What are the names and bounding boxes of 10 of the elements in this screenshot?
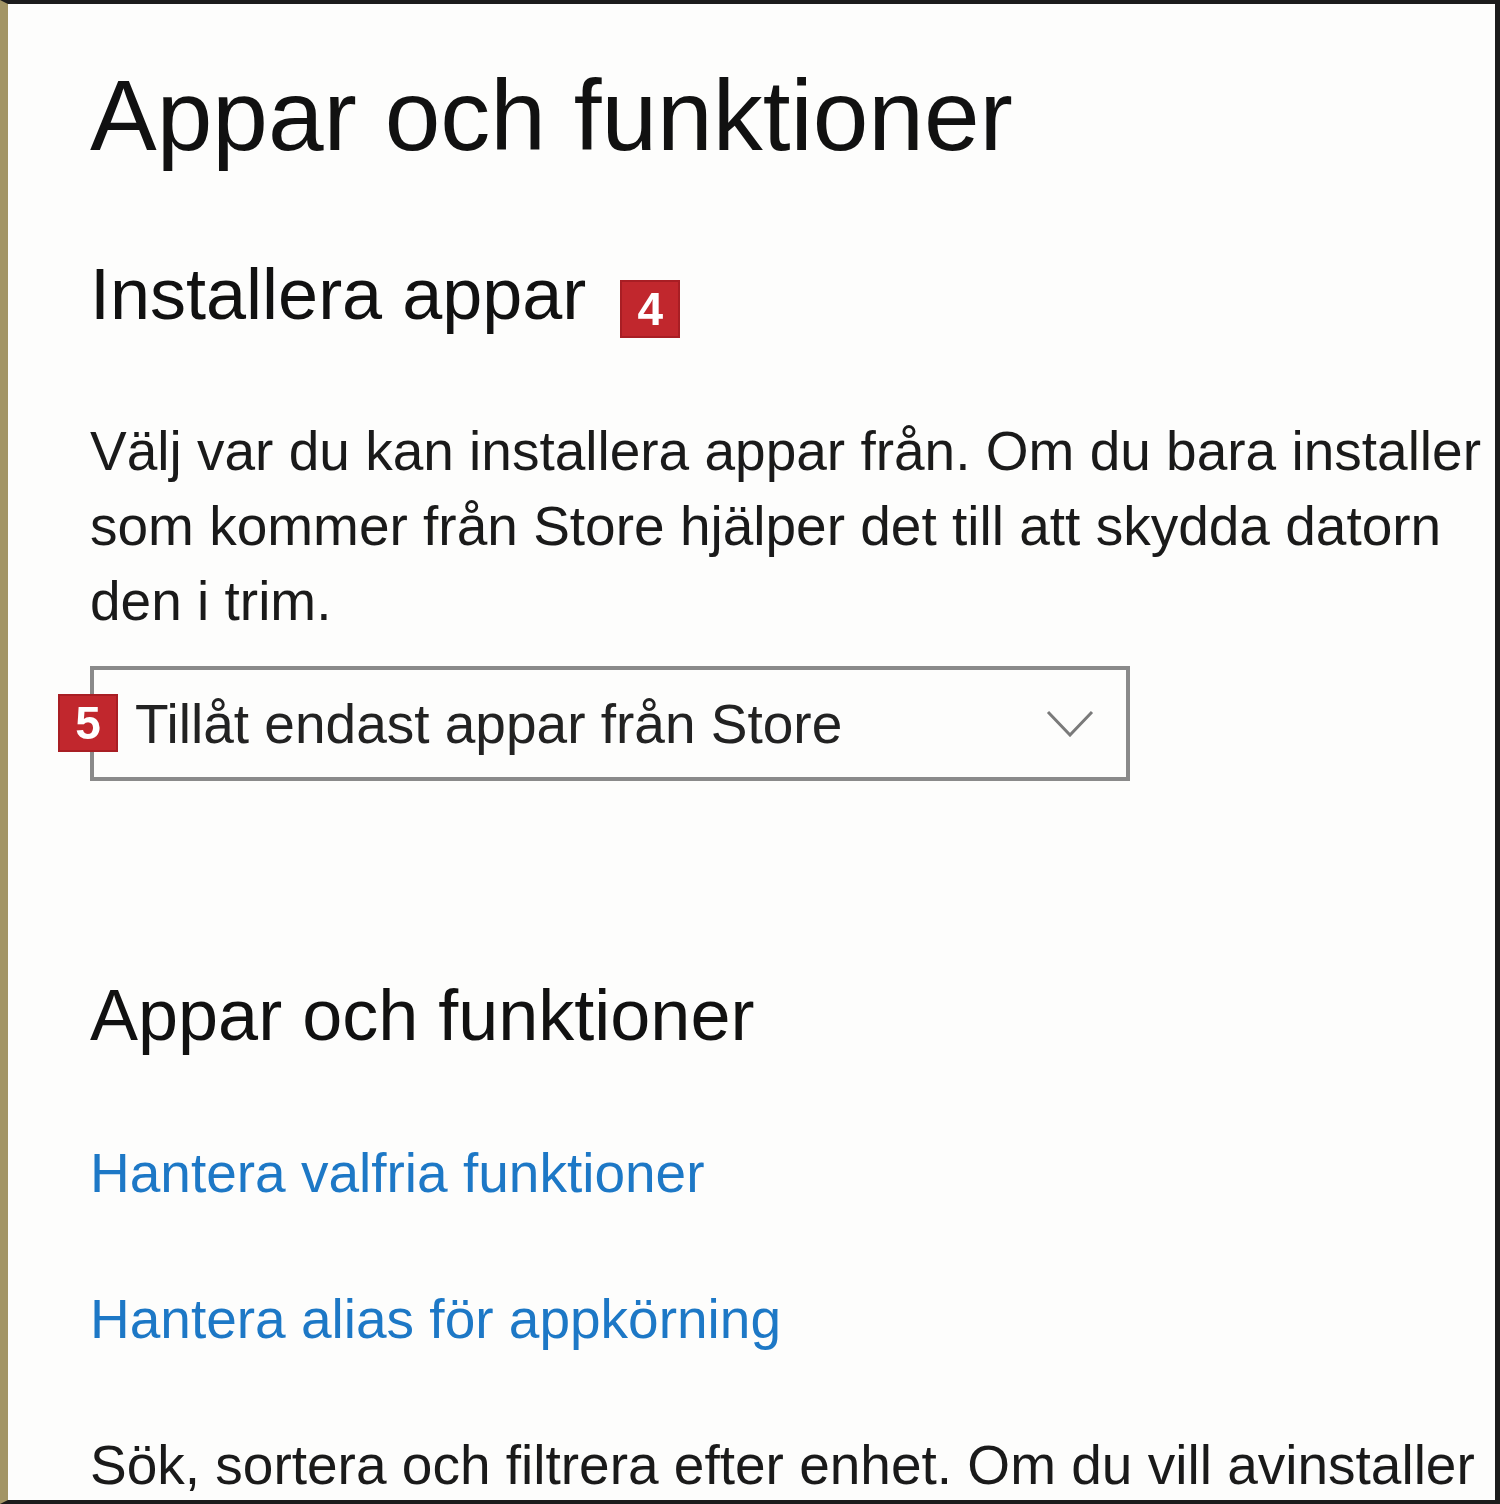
chevron-down-icon bbox=[1046, 710, 1094, 737]
section-heading: Appar och funktioner bbox=[90, 974, 755, 1057]
description-text: Sök, sortera och filtrera efter enhet. Om du vill avinstaller bbox=[90, 1434, 1475, 1498]
section-heading: Installera appar bbox=[90, 253, 587, 336]
page-title: Appar och funktioner bbox=[90, 58, 1013, 173]
settings-link[interactable]: Hantera alias för appkörning bbox=[90, 1286, 781, 1353]
settings-link[interactable]: Hantera valfria funktioner bbox=[90, 1140, 705, 1207]
number-badge: 4 bbox=[620, 280, 681, 338]
description-text: Välj var du kan installera appar från. Om du bara installer som kommer från Store hjälper det till att skydda datorn den i trim. bbox=[90, 419, 1481, 634]
number-badge: 5 bbox=[58, 694, 118, 752]
